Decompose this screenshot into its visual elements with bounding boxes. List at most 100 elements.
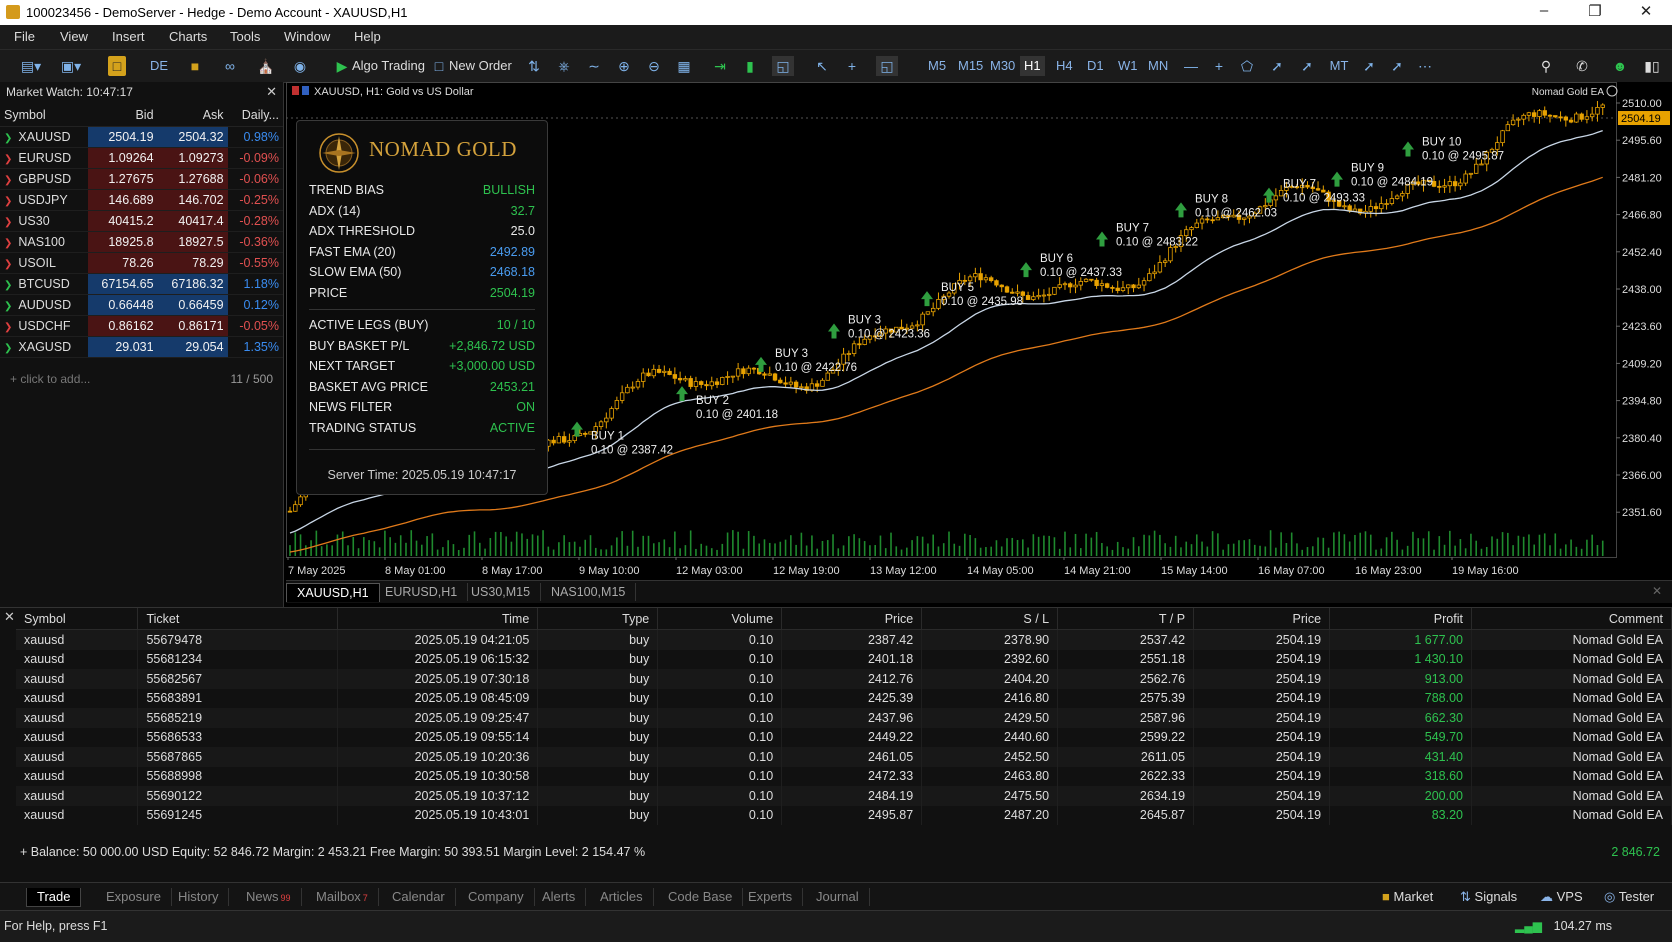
toolbox-close-icon[interactable]: ✕ [4,609,15,625]
positions-col-header[interactable]: Ticket [137,608,339,630]
symbol-cell[interactable]: ❯ USDCHF [0,315,88,337]
col-ask[interactable]: Ask [157,104,228,127]
chart-type-icon[interactable]: ▤▾ [14,56,48,76]
positions-col-header[interactable]: T / P [1057,608,1195,630]
menu-help[interactable]: Help [354,29,381,44]
toolbox-tab[interactable]: History [168,888,230,906]
symbol-cell[interactable]: ❯ NAS100 [0,231,88,253]
position-row[interactable]: xauusd 55688998 2025.05.19 10:30:58 buy 0.10… [16,766,1672,786]
buy-arrow-icon[interactable] [676,386,688,402]
col-bid[interactable]: Bid [87,104,158,127]
hline-icon[interactable]: — [1182,56,1200,76]
position-row[interactable]: xauusd 55681234 2025.05.19 06:15:32 buy 0.10… [16,649,1672,669]
position-row[interactable]: xauusd 55690122 2025.05.19 10:37:12 buy 0.10… [16,786,1672,806]
vps-button[interactable]: ☁ VPS [1540,888,1583,906]
toolbox-tab[interactable]: News 99 [236,888,302,906]
buy-arrow-icon[interactable] [1175,202,1187,218]
positions-col-header[interactable]: Volume [657,608,783,630]
symbol-cell[interactable]: ❯ GBPUSD [0,168,88,190]
positions-col-header[interactable]: Comment [1471,608,1672,630]
shift-icon[interactable]: ▮ [740,56,760,76]
tester-button[interactable]: ◎ Tester [1604,888,1654,906]
indicators-icon[interactable]: ◱ [772,56,794,76]
menu-insert[interactable]: Insert [112,29,145,44]
market-watch-row[interactable]: ❯ NAS100 18925.8 18927.5 -0.36% [0,231,283,253]
ray-icon[interactable]: ➚ [1388,56,1406,76]
algo-trading-button[interactable]: Algo Trading [352,56,425,76]
symbol-cell[interactable]: ❯ XAUUSD [0,126,88,148]
market-watch-row[interactable]: ❯ BTCUSD 67154.65 67186.32 1.18% [0,273,283,295]
toolbox-tab[interactable]: Mailbox 7 [306,888,379,906]
shapes-icon[interactable]: ⬠ [1238,56,1256,76]
toolbox-tab[interactable]: Journal [806,888,870,906]
market-watch-close-icon[interactable]: ✕ [266,84,277,100]
candle-chart-icon[interactable]: ⎈ [554,56,574,76]
ea-smile-icon[interactable] [1606,85,1618,97]
tf-mn[interactable]: MN [1144,56,1172,76]
templates-icon[interactable]: ◱ [876,56,898,76]
toolbox-tab[interactable]: Calendar [382,888,456,906]
market-button[interactable]: ■ Market [1382,888,1433,906]
notes-icon[interactable]: □ [108,56,126,76]
menu-file[interactable]: File [14,29,35,44]
market-watch-row[interactable]: ❯ XAGUSD 29.031 29.054 1.35% [0,336,283,358]
tf-m30[interactable]: M30 [986,56,1019,76]
signals-button[interactable]: ⇅ Signals [1460,888,1517,906]
chart-tab-us30[interactable]: US30,M15 [461,583,542,601]
bank-icon[interactable]: ⛪ [256,56,276,76]
menu-window[interactable]: Window [284,29,330,44]
symbol-cell[interactable]: ❯ EURUSD [0,147,88,169]
notifications-icon[interactable]: ✆ [1572,56,1592,76]
symbol-cell[interactable]: ❯ US30 [0,210,88,232]
link-icon[interactable]: ∞ [220,56,240,76]
position-row[interactable]: xauusd 55686533 2025.05.19 09:55:14 buy 0.10… [16,727,1672,747]
symbol-cell[interactable]: ❯ AUDUSD [0,294,88,316]
scroll-icon[interactable]: ⇥ [710,56,730,76]
buy-arrow-icon[interactable] [921,291,933,307]
tf-h4[interactable]: H4 [1052,56,1077,76]
minimize-button[interactable]: – [1524,2,1564,19]
add-symbol-link[interactable]: + click to add... [10,372,90,386]
position-row[interactable]: xauusd 55685219 2025.05.19 09:25:47 buy 0.10… [16,708,1672,728]
position-row[interactable]: xauusd 55682567 2025.05.19 07:30:18 buy 0.10… [16,669,1672,689]
tf-m15[interactable]: M15 [954,56,987,76]
trendline-icon[interactable]: ➚ [1268,56,1286,76]
tf-h1[interactable]: H1 [1020,56,1045,76]
position-row[interactable]: xauusd 55691245 2025.05.19 10:43:01 buy 0.10… [16,805,1672,825]
zoom-out-icon[interactable]: ⊖ [644,56,664,76]
market-watch-row[interactable]: ❯ XAUUSD 2504.19 2504.32 0.98% [0,126,283,148]
market-watch-row[interactable]: ❯ USDJPY 146.689 146.702 -0.25% [0,189,283,211]
market-watch-row[interactable]: ❯ AUDUSD 0.66448 0.66459 0.12% [0,294,283,316]
toolbox-tab[interactable]: Trade [26,888,82,907]
signal-icon[interactable]: ◉ [290,56,310,76]
buy-arrow-icon[interactable] [1096,231,1108,247]
chart-tab-nas100[interactable]: NAS100,M15 [541,583,637,601]
toolbox-tab[interactable]: Experts [738,888,804,906]
more-icon[interactable]: ⋯ [1416,56,1434,76]
tf-d1[interactable]: D1 [1083,56,1108,76]
market-watch-row[interactable]: ❯ USOIL 78.26 78.29 -0.55% [0,252,283,274]
col-daily[interactable]: Daily... [227,104,283,127]
menu-charts[interactable]: Charts [169,29,207,44]
menu-tools[interactable]: Tools [230,29,260,44]
positions-col-header[interactable]: Price [781,608,923,630]
new-order-button[interactable]: New Order [449,56,512,76]
col-symbol[interactable]: Symbol [0,104,88,127]
positions-col-header[interactable]: Type [537,608,659,630]
positions-col-header[interactable]: Time [337,608,539,630]
toolbox-tab[interactable]: Company [458,888,535,906]
tf-m5[interactable]: M5 [924,56,950,76]
channel-icon[interactable]: ➚ [1298,56,1316,76]
market-watch-row[interactable]: ❯ US30 40415.2 40417.4 -0.28% [0,210,283,232]
positions-col-header[interactable]: Symbol [16,608,139,630]
restore-button[interactable]: ❐ [1575,2,1615,20]
positions-col-header[interactable]: Price [1193,608,1331,630]
position-row[interactable]: xauusd 55679478 2025.05.19 04:21:05 buy 0.10… [16,629,1672,650]
fib-icon[interactable]: ➚ [1360,56,1378,76]
bar-chart-icon[interactable]: ⇅ [524,56,544,76]
toolbox-tab[interactable]: Alerts [532,888,587,906]
tile-windows-icon[interactable]: ▦ [674,56,694,76]
market-watch-row[interactable]: ❯ GBPUSD 1.27675 1.27688 -0.06% [0,168,283,190]
position-row[interactable]: xauusd 55687865 2025.05.19 10:20:36 buy 0.10… [16,747,1672,767]
cursor-icon[interactable]: ↖ [812,56,832,76]
